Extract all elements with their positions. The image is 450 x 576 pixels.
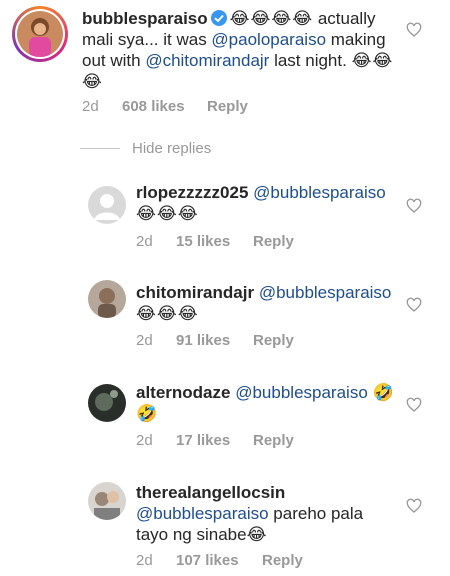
like-heart-icon[interactable] [406, 297, 422, 313]
reply-item: alternodaze @bubblesparaiso 🤣 🤣 2d 17 li… [0, 370, 450, 460]
reply-button[interactable]: Reply [253, 432, 294, 449]
mention-link[interactable]: @bubblesparaiso [235, 383, 368, 402]
timestamp: 2d [136, 233, 153, 250]
reply-button[interactable]: Reply [253, 332, 294, 349]
reply-meta: 2d 107 likes Reply [136, 552, 303, 569]
divider-line [80, 148, 120, 149]
timestamp: 2d [136, 332, 153, 349]
comment-meta: 2d 608 likes Reply [82, 98, 248, 115]
hide-replies-label[interactable]: Hide replies [132, 140, 211, 157]
avatar[interactable] [12, 6, 68, 62]
mention-link[interactable]: @paoloparaiso [211, 30, 326, 49]
likes-count[interactable]: 107 likes [176, 552, 262, 569]
reply-text: therealangellocsin @bubblesparaiso pareh… [136, 482, 386, 545]
profile-photo [88, 384, 126, 422]
reply-item: rlopezzzzz025 @bubblesparaiso 😂😂😂 2d 15 … [0, 170, 450, 260]
avatar[interactable] [88, 482, 126, 520]
username[interactable]: therealangellocsin [136, 483, 285, 502]
emoji: 😂😂😂 [136, 304, 199, 323]
reply-button[interactable]: Reply [262, 552, 303, 569]
like-heart-icon[interactable] [406, 498, 422, 514]
emoji: 😂😂😂😂 [229, 9, 314, 28]
comment-text: bubblesparaiso 😂😂😂😂 actually mali sya... … [82, 8, 402, 92]
like-heart-icon[interactable] [406, 397, 422, 413]
username[interactable]: alternodaze [136, 383, 230, 402]
avatar[interactable] [88, 280, 126, 318]
avatar[interactable] [88, 186, 126, 224]
profile-photo [88, 280, 126, 318]
main-comment: bubblesparaiso 😂😂😂😂 actually mali sya... … [0, 0, 450, 130]
likes-count[interactable]: 15 likes [176, 233, 253, 250]
comment-text-part: last night. [269, 51, 352, 70]
mention-link[interactable]: @bubblesparaiso [136, 504, 269, 523]
reply-meta: 2d 17 likes Reply [136, 432, 294, 449]
like-heart-icon[interactable] [406, 198, 422, 214]
username[interactable]: rlopezzzzz025 [136, 183, 248, 202]
profile-photo [17, 11, 63, 57]
reply-item: therealangellocsin @bubblesparaiso pareh… [0, 470, 450, 576]
profile-photo [88, 482, 126, 520]
likes-count[interactable]: 91 likes [176, 332, 253, 349]
mention-link[interactable]: @chitomirandajr [145, 51, 269, 70]
reply-meta: 2d 15 likes Reply [136, 233, 294, 250]
username[interactable]: bubblesparaiso [82, 9, 208, 28]
hide-replies-toggle[interactable]: Hide replies [80, 140, 211, 157]
mention-link[interactable]: @bubblesparaiso [253, 183, 386, 202]
reply-text: rlopezzzzz025 @bubblesparaiso 😂😂😂 [136, 182, 406, 224]
timestamp: 2d [136, 552, 153, 569]
reply-text: chitomirandajr @bubblesparaiso 😂😂😂 [136, 282, 406, 324]
avatar[interactable] [88, 384, 126, 422]
reply-button[interactable]: Reply [207, 98, 248, 115]
timestamp: 2d [82, 98, 99, 115]
verified-badge-icon [210, 10, 227, 26]
timestamp: 2d [136, 432, 153, 449]
emoji: 😂 [246, 525, 268, 544]
reply-item: chitomirandajr @bubblesparaiso 😂😂😂 2d 91… [0, 270, 450, 360]
like-heart-icon[interactable] [406, 22, 422, 38]
reply-button[interactable]: Reply [253, 233, 294, 250]
mention-link[interactable]: @bubblesparaiso [259, 283, 392, 302]
likes-count[interactable]: 17 likes [176, 432, 253, 449]
default-avatar-icon [94, 194, 120, 220]
likes-count[interactable]: 608 likes [122, 98, 207, 115]
emoji: 😂😂😂 [136, 204, 199, 223]
reply-text: alternodaze @bubblesparaiso 🤣 🤣 [136, 382, 406, 424]
username[interactable]: chitomirandajr [136, 283, 254, 302]
reply-meta: 2d 91 likes Reply [136, 332, 294, 349]
